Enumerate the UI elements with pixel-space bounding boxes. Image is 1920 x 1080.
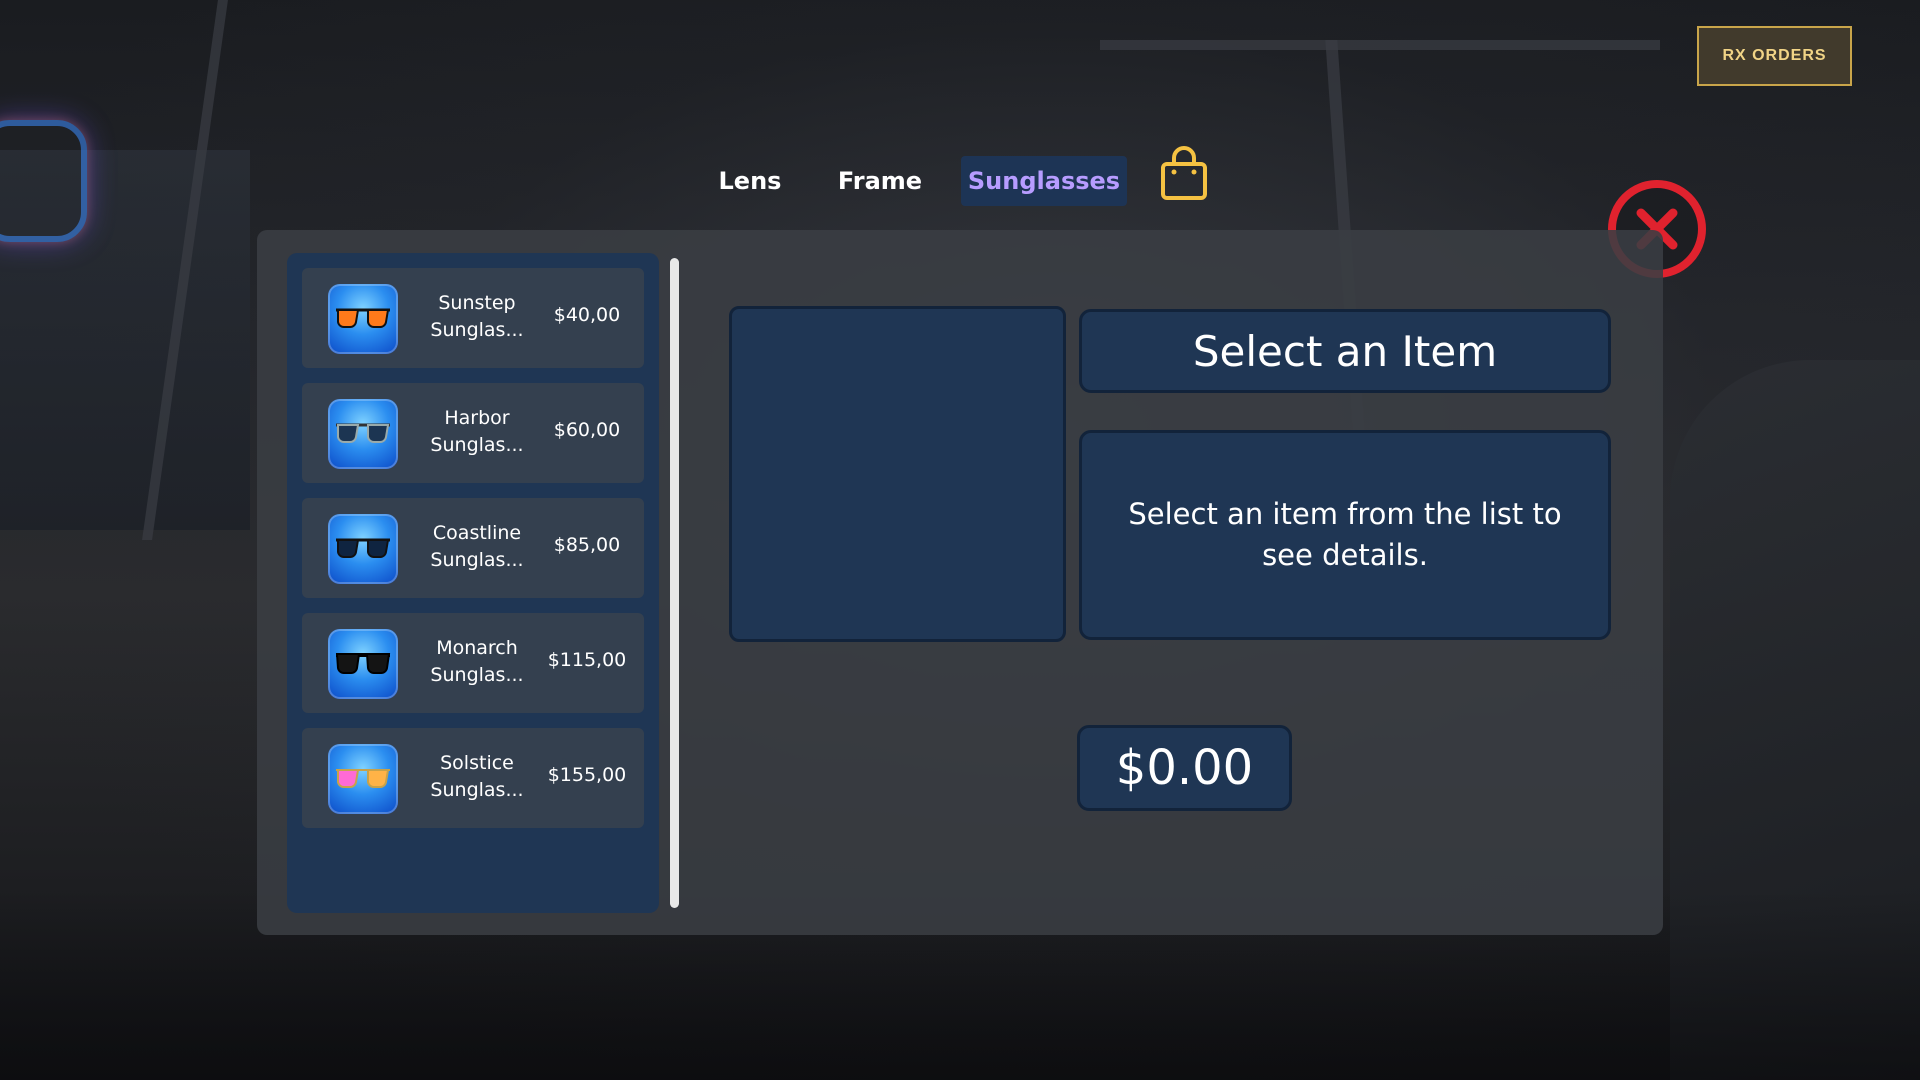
item-price: $60,00 [553, 419, 621, 441]
sunglasses-icon [328, 284, 398, 354]
sunglasses-icon [328, 514, 398, 584]
item-list: Sunstep Sunglas... $40,00 Harbor Sunglas… [287, 253, 659, 913]
tab-frame[interactable]: Frame [830, 156, 930, 206]
background-figure [1670, 360, 1920, 1080]
item-price: $40,00 [553, 304, 621, 326]
background-frame-bar [142, 0, 228, 540]
tab-lens[interactable]: Lens [700, 156, 800, 206]
item-title: Select an Item [1079, 309, 1611, 393]
item-name: Coastline Sunglas... [430, 522, 524, 571]
item-price: $155,00 [547, 764, 627, 786]
list-item-solstice[interactable]: Solstice Sunglas... $155,00 [302, 728, 644, 828]
item-name: Monarch Sunglas... [430, 637, 524, 686]
sunglasses-icon [328, 399, 398, 469]
background-frame-bar [1100, 40, 1660, 50]
item-description: Select an item from the list to see deta… [1079, 430, 1611, 640]
item-name: Sunstep Sunglas... [430, 292, 524, 341]
list-item-sunstep[interactable]: Sunstep Sunglas... $40,00 [302, 268, 644, 368]
shop-panel: Sunstep Sunglas... $40,00 Harbor Sunglas… [257, 230, 1663, 935]
shopping-bag-icon[interactable] [1160, 146, 1208, 202]
list-item-harbor[interactable]: Harbor Sunglas... $60,00 [302, 383, 644, 483]
item-price: $115,00 [547, 649, 627, 671]
list-item-monarch[interactable]: Monarch Sunglas... $115,00 [302, 613, 644, 713]
sunglasses-icon [328, 744, 398, 814]
item-preview [729, 306, 1066, 642]
item-price: $85,00 [553, 534, 621, 556]
item-name: Harbor Sunglas... [430, 407, 524, 456]
total-price: $0.00 [1077, 725, 1292, 811]
tab-sunglasses[interactable]: Sunglasses [961, 156, 1127, 206]
rx-orders-button[interactable]: RX ORDERS [1697, 26, 1852, 86]
item-name: Solstice Sunglas... [430, 752, 524, 801]
sunglasses-icon [328, 629, 398, 699]
item-list-scrollbar[interactable] [670, 258, 679, 908]
list-item-coastline[interactable]: Coastline Sunglas... $85,00 [302, 498, 644, 598]
